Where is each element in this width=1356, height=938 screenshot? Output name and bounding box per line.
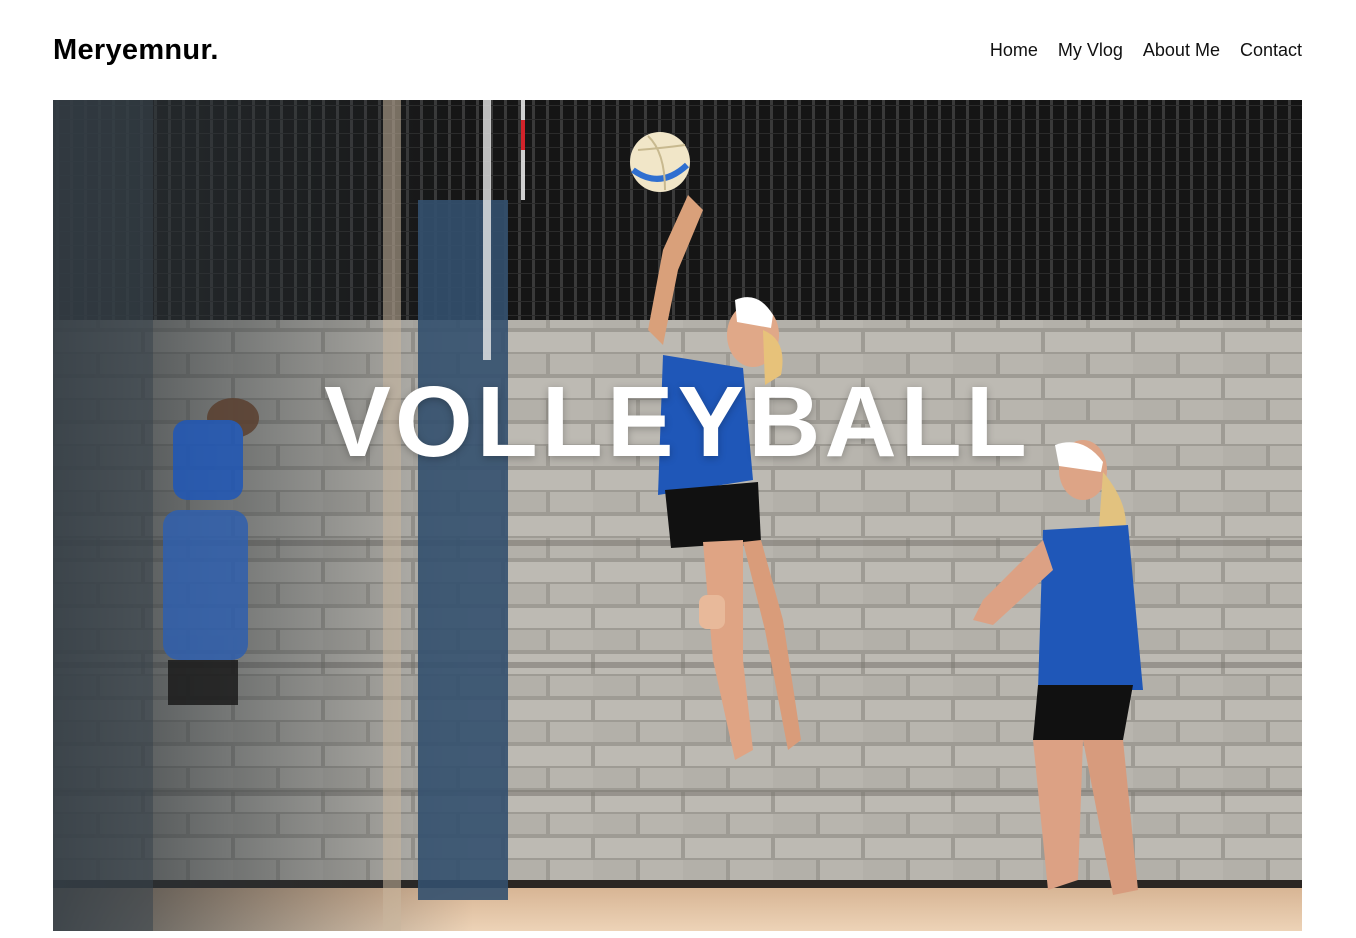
nav-link-about-me[interactable]: About Me (1143, 40, 1220, 61)
nav-link-home[interactable]: Home (990, 40, 1038, 61)
page: Meryemnur. Home My Vlog About Me Contact (0, 0, 1356, 938)
hero-photo (53, 100, 1302, 931)
site-logo-link[interactable]: Meryemnur. (53, 34, 219, 67)
main-nav: Home My Vlog About Me Contact (990, 40, 1302, 61)
site-header: Meryemnur. Home My Vlog About Me Contact (53, 28, 1302, 72)
hero-banner: VOLLEYBALL (53, 100, 1302, 931)
hero-title: VOLLEYBALL (324, 366, 1031, 478)
nav-link-my-vlog[interactable]: My Vlog (1058, 40, 1123, 61)
nav-link-contact[interactable]: Contact (1240, 40, 1302, 61)
